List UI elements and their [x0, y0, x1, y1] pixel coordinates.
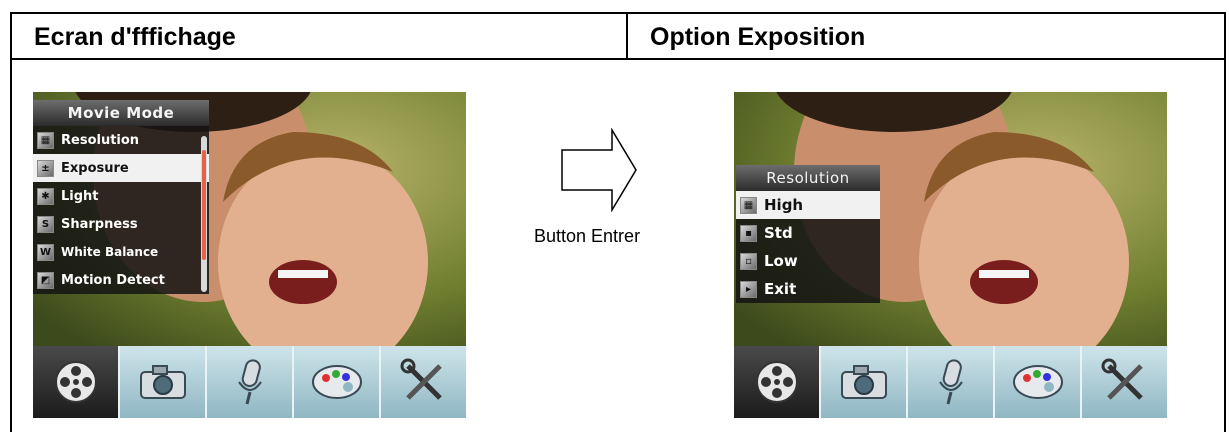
sharpness-icon: S — [37, 215, 54, 233]
menu-title: Movie Mode — [33, 100, 209, 126]
white-balance-icon: W — [37, 243, 54, 261]
high-resolution-icon: ▦ — [740, 196, 757, 214]
tab-movie[interactable] — [734, 346, 821, 418]
tab-audio[interactable] — [207, 346, 294, 418]
exposure-option-heading: Option Exposition — [650, 23, 866, 51]
menu-item-motion-detect[interactable]: ◩ Motion Detect — [33, 266, 209, 294]
menu-item-label: High — [764, 196, 804, 214]
menu-item-sharpness[interactable]: S Sharpness — [33, 210, 209, 238]
enter-button-label: Button Entrer — [534, 226, 641, 246]
tab-effects[interactable] — [294, 346, 381, 418]
tools-icon — [1101, 358, 1143, 400]
menu-item-label: Exposure — [61, 160, 129, 176]
menu-scrollbar[interactable] — [201, 136, 207, 292]
exposure-icon: ± — [37, 159, 54, 177]
palette-icon — [311, 365, 362, 399]
film-reel-icon — [755, 361, 798, 403]
exit-icon: ▸ — [740, 280, 757, 298]
film-reel-icon — [54, 361, 97, 403]
menu-item-label: Low — [764, 252, 798, 270]
menu-item-label: White Balance — [61, 245, 159, 259]
tools-icon — [400, 358, 442, 400]
microphone-icon — [237, 359, 262, 405]
menu-item-light[interactable]: ✱ Light — [33, 182, 209, 210]
menu-item-label: Light — [61, 188, 99, 204]
menu-item-low[interactable]: ▫ Low — [736, 247, 880, 275]
tab-effects[interactable] — [995, 346, 1082, 418]
mode-tab-bar — [33, 346, 466, 418]
menu-item-label: Resolution — [61, 132, 140, 148]
menu-item-label: Sharpness — [61, 216, 138, 232]
camera-icon — [840, 365, 887, 399]
menu-item-exposure[interactable]: ± Exposure — [33, 154, 209, 182]
movie-mode-menu: Movie Mode ▦ Resolution ± Exposure ✱ Lig… — [33, 100, 209, 294]
table-header: Ecran d'fffichage Option Exposition — [10, 12, 1226, 60]
resolution-icon: ▦ — [37, 131, 54, 149]
standard-resolution-icon: ▪ — [740, 224, 757, 242]
palette-icon — [1012, 365, 1063, 399]
tab-audio[interactable] — [908, 346, 995, 418]
resolution-screen: Resolution ▦ High ▪ Std ▫ Low ▸ Exit — [734, 92, 1167, 418]
mode-tab-bar — [734, 346, 1167, 418]
display-screen-heading: Ecran d'fffichage — [12, 14, 628, 58]
tab-camera[interactable] — [821, 346, 908, 418]
menu-title: Resolution — [736, 165, 880, 191]
right-arrow-icon — [561, 128, 637, 212]
menu-item-label: Motion Detect — [61, 272, 165, 288]
menu-item-exit[interactable]: ▸ Exit — [736, 275, 880, 303]
light-icon: ✱ — [37, 187, 54, 205]
menu-item-label: Std — [764, 224, 793, 242]
menu-item-high[interactable]: ▦ High — [736, 191, 880, 219]
menu-item-white-balance[interactable]: W White Balance — [33, 238, 209, 266]
scrollbar-thumb[interactable] — [202, 150, 206, 260]
camera-icon — [139, 365, 186, 399]
tab-movie[interactable] — [33, 346, 120, 418]
movie-mode-screen: Movie Mode ▦ Resolution ± Exposure ✱ Lig… — [33, 92, 466, 418]
menu-item-std[interactable]: ▪ Std — [736, 219, 880, 247]
resolution-menu: Resolution ▦ High ▪ Std ▫ Low ▸ Exit — [736, 165, 880, 303]
motion-detect-icon: ◩ — [37, 271, 54, 289]
tab-camera[interactable] — [120, 346, 207, 418]
menu-item-label: Exit — [764, 280, 797, 298]
menu-item-resolution[interactable]: ▦ Resolution — [33, 126, 209, 154]
tab-setup[interactable] — [1082, 346, 1167, 418]
tab-setup[interactable] — [381, 346, 466, 418]
low-resolution-icon: ▫ — [740, 252, 757, 270]
microphone-icon — [938, 359, 963, 405]
